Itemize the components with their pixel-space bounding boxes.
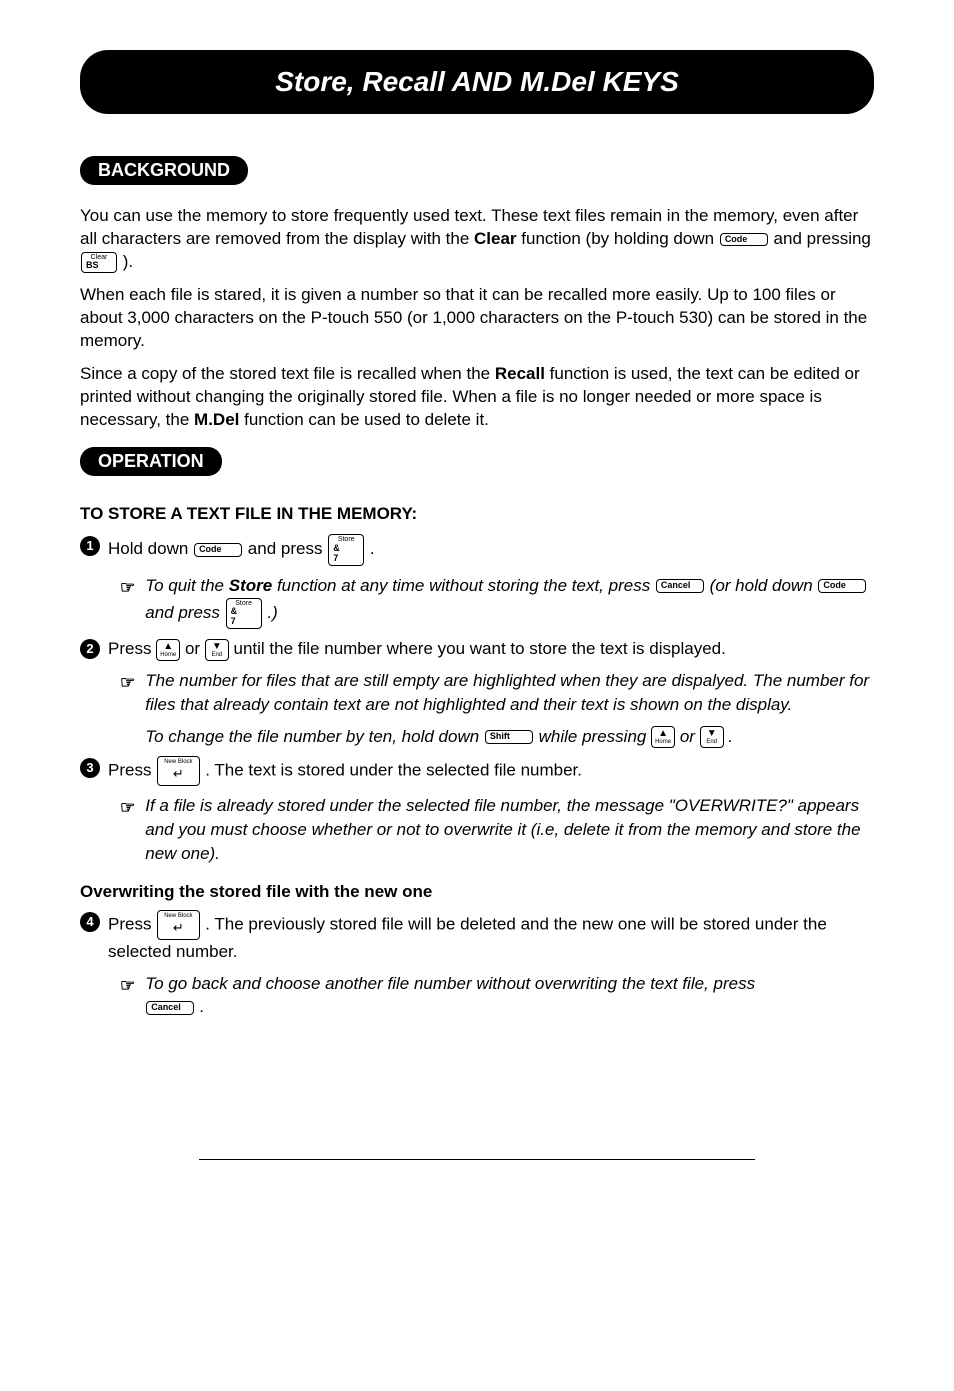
- key-shift: Shift: [485, 730, 533, 744]
- step-4-note: ☞ To go back and choose another file num…: [120, 972, 874, 1020]
- text: and press: [248, 540, 327, 559]
- background-para-2: When each file is stared, it is given a …: [80, 284, 874, 353]
- step-1: 1 Hold down Code and press Store&7 .: [80, 534, 874, 565]
- step-number-icon: 4: [80, 912, 100, 932]
- text: Press: [108, 914, 156, 933]
- text: To go back and choose another file numbe…: [145, 974, 755, 993]
- text: (or hold down: [710, 576, 818, 595]
- recall-function-name: Recall: [495, 364, 545, 383]
- clear-function-name: Clear: [474, 229, 517, 248]
- section-heading-operation: OPERATION: [80, 447, 222, 476]
- text: or: [185, 639, 205, 658]
- key-cancel: Cancel: [656, 579, 704, 593]
- pointing-hand-icon: ☞: [120, 974, 135, 998]
- text: function can be used to delete it.: [244, 410, 489, 429]
- footer-divider: [199, 1159, 755, 1160]
- text: until the file number where you want to …: [234, 639, 726, 658]
- step-number-icon: 3: [80, 758, 100, 778]
- key-store-7: Store&7: [226, 598, 262, 629]
- key-up-home: ▲Home: [651, 726, 675, 748]
- text: and pressing: [774, 229, 871, 248]
- background-para-3: Since a copy of the stored text file is …: [80, 363, 874, 432]
- section-heading-background: BACKGROUND: [80, 156, 248, 185]
- key-up-home: ▲Home: [156, 639, 180, 661]
- text: while pressing: [539, 727, 651, 746]
- mdel-function-name: M.Del: [194, 410, 239, 429]
- key-down-end: ▼End: [700, 726, 724, 748]
- text: . The text is stored under the selected …: [205, 761, 582, 780]
- text: ).: [123, 252, 133, 271]
- key-bs: ClearBS: [81, 252, 117, 274]
- note-content: If a file is already stored under the se…: [145, 794, 874, 865]
- step-1-note: ☞ To quit the Store function at any time…: [120, 574, 874, 629]
- text: and press: [145, 603, 224, 622]
- text: .): [267, 603, 277, 622]
- note-content: To go back and choose another file numbe…: [145, 972, 874, 1020]
- step-3: 3 Press New Block↵ . The text is stored …: [80, 756, 874, 786]
- step-number-icon: 1: [80, 536, 100, 556]
- text: The number for files that are still empt…: [145, 669, 874, 717]
- text: .: [200, 997, 205, 1016]
- text: function at any time without storing the…: [277, 576, 655, 595]
- key-code: Code: [818, 579, 866, 593]
- step-3-note: ☞ If a file is already stored under the …: [120, 794, 874, 865]
- note-content: To quit the Store function at any time w…: [145, 574, 874, 629]
- step-2-note-1: ☞ The number for files that are still em…: [120, 669, 874, 748]
- text: Press: [108, 639, 156, 658]
- key-enter-newblock: New Block↵: [157, 756, 199, 786]
- overwrite-subheading: Overwriting the stored file with the new…: [80, 882, 874, 902]
- step-2: 2 Press ▲Home or ▼End until the file num…: [80, 637, 874, 661]
- pointing-hand-icon: ☞: [120, 576, 135, 600]
- text: Hold down: [108, 540, 193, 559]
- step-number-icon: 2: [80, 639, 100, 659]
- step-content: Press ▲Home or ▼End until the file numbe…: [108, 637, 874, 661]
- key-cancel: Cancel: [146, 1001, 194, 1015]
- step-content: Press New Block↵ . The previously stored…: [108, 910, 874, 964]
- background-para-1: You can use the memory to store frequent…: [80, 205, 874, 274]
- text: Since a copy of the stored text file is …: [80, 364, 495, 383]
- key-enter-newblock: New Block↵: [157, 910, 199, 940]
- text: .: [370, 540, 375, 559]
- pointing-hand-icon: ☞: [120, 796, 135, 820]
- text: function (by holding down: [521, 229, 719, 248]
- text: .: [728, 727, 733, 746]
- key-code: Code: [720, 233, 768, 247]
- key-code: Code: [194, 543, 242, 557]
- pointing-hand-icon: ☞: [120, 671, 135, 695]
- text: To change the file number by ten, hold d…: [145, 727, 484, 746]
- page-title: Store, Recall AND M.Del KEYS: [80, 50, 874, 114]
- store-procedure-heading: TO STORE A TEXT FILE IN THE MEMORY:: [80, 504, 874, 524]
- text: . The previously stored file will be del…: [108, 914, 827, 961]
- step-4: 4 Press New Block↵ . The previously stor…: [80, 910, 874, 964]
- step-content: Hold down Code and press Store&7 .: [108, 534, 874, 565]
- text: Press: [108, 761, 156, 780]
- key-store-7: Store&7: [328, 534, 364, 565]
- store-function-name: Store: [229, 576, 272, 595]
- key-down-end: ▼End: [205, 639, 229, 661]
- text: To quit the: [145, 576, 229, 595]
- note-content: The number for files that are still empt…: [145, 669, 874, 748]
- text: To change the file number by ten, hold d…: [145, 725, 874, 749]
- step-content: Press New Block↵ . The text is stored un…: [108, 756, 874, 786]
- text: or: [680, 727, 700, 746]
